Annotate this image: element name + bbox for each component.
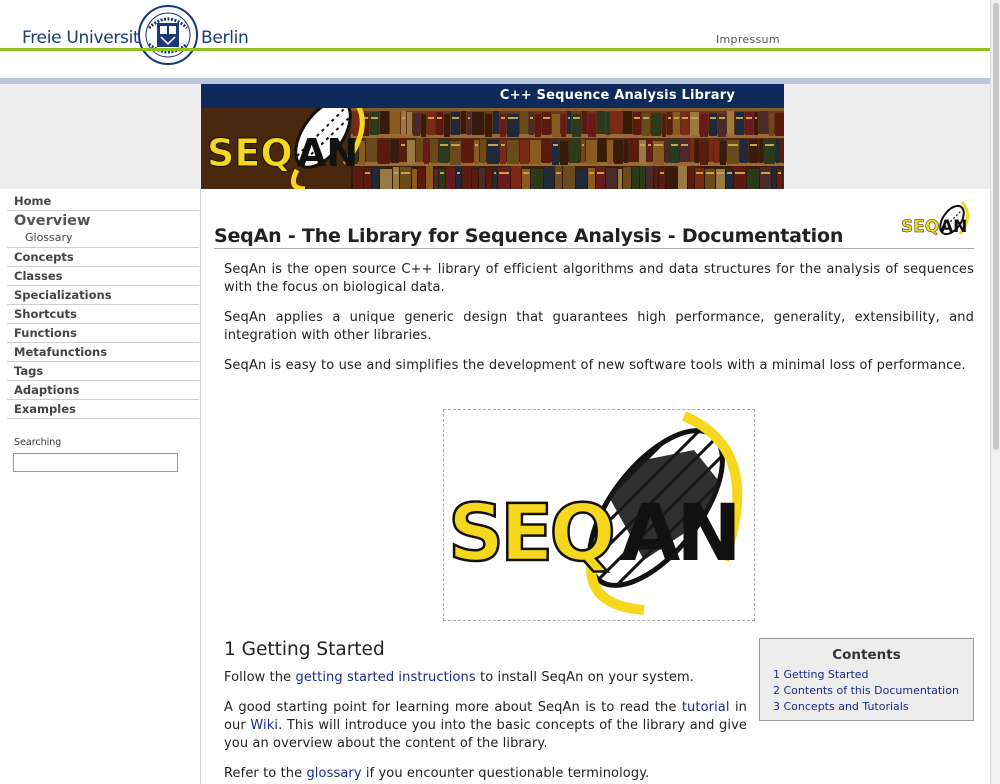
page-title: SeqAn - The Library for Sequence Analysi… bbox=[214, 225, 974, 249]
getting-started-instructions-link[interactable]: getting started instructions bbox=[295, 670, 475, 685]
seqan-logo-icon: SEQ AN bbox=[447, 408, 748, 615]
search-input[interactable] bbox=[13, 453, 178, 472]
tutorial-link[interactable]: tutorial bbox=[682, 700, 730, 715]
header-accent-line bbox=[0, 48, 990, 51]
glossary-link[interactable]: glossary bbox=[306, 766, 361, 781]
banner-title: C++ Sequence Analysis Library bbox=[499, 88, 735, 103]
university-name-left: Freie Universität bbox=[22, 28, 156, 48]
main-content: SEQ AN SeqAn - The Library for Sequence … bbox=[202, 189, 990, 784]
glossary-paragraph: Refer to the glossary if you encounter q… bbox=[224, 766, 650, 781]
university-name-right: Berlin bbox=[201, 28, 249, 48]
svg-text:SEQ: SEQ bbox=[207, 131, 293, 175]
getting-started-paragraph: Follow the getting started instructions … bbox=[224, 670, 695, 685]
intro-paragraph: SeqAn is the open source C++ library of … bbox=[224, 262, 974, 295]
university-header: Freie Universität Berlin Impressum bbox=[0, 0, 990, 78]
sidebar-item-concepts[interactable]: Concepts bbox=[7, 248, 199, 267]
svg-text:SEQ: SEQ bbox=[448, 489, 612, 579]
banner-title-bar: C++ Sequence Analysis Library bbox=[201, 84, 784, 108]
intro-paragraph: SeqAn applies a unique generic design th… bbox=[224, 310, 974, 343]
sidebar-item-functions[interactable]: Functions bbox=[7, 324, 199, 343]
seqan-banner: C++ Sequence Analysis Library SEQ AN bbox=[201, 84, 784, 189]
university-seal-icon bbox=[138, 5, 198, 65]
scrollbar-thumb[interactable] bbox=[993, 3, 999, 450]
seqan-banner-logo-icon: SEQ AN bbox=[207, 108, 365, 189]
table-of-contents: Contents 1 Getting Started 2 Contents of… bbox=[759, 638, 974, 721]
section-heading-getting-started: 1 Getting Started bbox=[224, 639, 385, 660]
sidebar-item-tags[interactable]: Tags bbox=[7, 362, 199, 381]
impressum-link[interactable]: Impressum bbox=[716, 33, 780, 46]
intro-paragraph: SeqAn is easy to use and simplifies the … bbox=[224, 358, 966, 373]
toc-item[interactable]: 2 Contents of this Documentation bbox=[773, 683, 973, 699]
sidebar-item-classes[interactable]: Classes bbox=[7, 267, 199, 286]
sidebar-item-specializations[interactable]: Specializations bbox=[7, 286, 199, 305]
seqan-logo-image: SEQ AN bbox=[443, 408, 755, 621]
library-bookshelf-image: SEQ AN bbox=[201, 108, 784, 189]
svg-text:AN: AN bbox=[297, 131, 358, 175]
sidebar-item-shortcuts[interactable]: Shortcuts bbox=[7, 305, 199, 324]
toc-title: Contents bbox=[832, 647, 901, 663]
banner-region: C++ Sequence Analysis Library SEQ AN bbox=[0, 84, 990, 189]
svg-text:AN: AN bbox=[620, 489, 738, 579]
sidebar-item-adaptions[interactable]: Adaptions bbox=[7, 381, 199, 400]
tutorial-paragraph: A good starting point for learning more … bbox=[224, 700, 748, 751]
toc-item[interactable]: 1 Getting Started bbox=[773, 667, 973, 683]
sidebar-item-glossary[interactable]: Glossary bbox=[7, 231, 199, 248]
wiki-link[interactable]: Wiki bbox=[250, 718, 278, 733]
sidebar-nav: Home Overview Glossary Concepts Classes … bbox=[0, 189, 201, 784]
sidebar-item-examples[interactable]: Examples bbox=[7, 400, 199, 419]
toc-item[interactable]: 3 Concepts and Tutorials bbox=[773, 699, 973, 715]
sidebar-item-home[interactable]: Home bbox=[7, 192, 199, 211]
search-label: Searching bbox=[14, 437, 62, 448]
page-scrollbar[interactable] bbox=[990, 0, 1000, 784]
sidebar-item-overview[interactable]: Overview bbox=[7, 211, 199, 231]
sidebar-item-metafunctions[interactable]: Metafunctions bbox=[7, 343, 199, 362]
